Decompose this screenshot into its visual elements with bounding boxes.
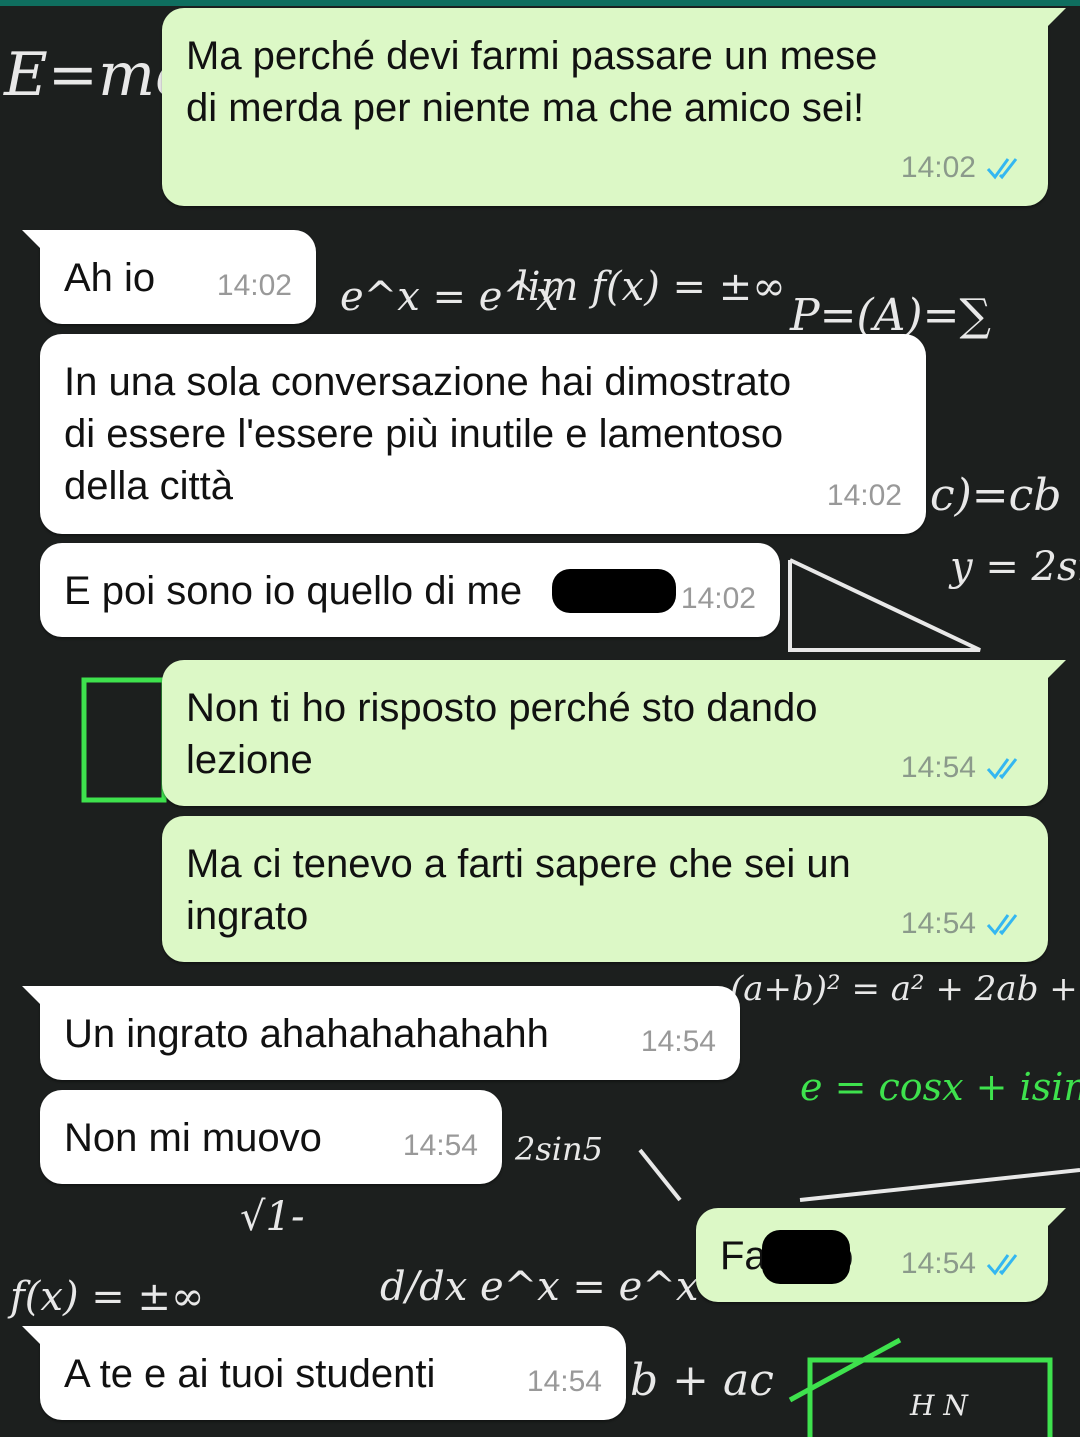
message-text: Non ti ho risposto perché sto dando lezi…	[186, 686, 818, 782]
message-time: 14:54	[900, 907, 976, 940]
bubble-tail	[22, 1326, 44, 1348]
wall-formula: √1-	[240, 1194, 304, 1240]
bubble-tail	[1044, 660, 1066, 682]
double-check-icon	[986, 758, 1018, 780]
redaction-scribble	[552, 569, 676, 613]
message-text: In una sola conversazione hai dimostrato…	[64, 360, 792, 508]
wall-formula: (a+b)² = a² + 2ab + b²	[730, 969, 1080, 1009]
wall-formula: e = cosx + isinx	[800, 1065, 1080, 1109]
message-bubble-incoming[interactable]: Un ingrato ahahahahahahh 14:54	[22, 986, 740, 1080]
double-check-icon	[986, 1254, 1018, 1276]
double-check-icon	[986, 914, 1018, 936]
message-text: Ma ci tenevo a farti sapere che sei un i…	[186, 842, 851, 938]
wall-formula: y = 2sin	[948, 544, 1080, 590]
message-text: Ma perché devi farmi passare un mese di …	[186, 34, 878, 130]
message-text: A te e ai tuoi studenti	[64, 1352, 436, 1396]
message-bubble-outgoing[interactable]: Ma ci tenevo a farti sapere che sei un i…	[162, 816, 1048, 962]
redaction-scribble	[762, 1230, 850, 1284]
message-time: 14:54	[526, 1365, 602, 1398]
message-meta: 14:02	[681, 573, 756, 625]
message-time: 14:54	[640, 1025, 716, 1058]
wall-formula: f(x) = ±∞	[7, 1274, 204, 1320]
message-time: 14:02	[680, 582, 756, 615]
message-bubble-incoming[interactable]: In una sola conversazione hai dimostrato…	[40, 334, 926, 534]
wall-formula: c)=cb	[930, 470, 1061, 521]
message-meta: 14:54	[527, 1356, 602, 1408]
message-time: 14:54	[900, 751, 976, 784]
bubble-tail	[22, 986, 44, 1008]
message-meta: 14:54	[901, 1238, 1024, 1290]
wall-formula: lim f(x) = ±∞	[515, 264, 786, 310]
wall-formula: d/dx e^x = e^x	[380, 1264, 698, 1310]
message-bubble-outgoing[interactable]: Non ti ho risposto perché sto dando lezi…	[162, 660, 1066, 806]
message-bubble-outgoing[interactable]: Fa lo 14:54	[696, 1208, 1066, 1302]
wall-formula: E=mc	[3, 40, 189, 110]
message-meta: 14:02	[827, 470, 902, 522]
message-time: 14:02	[216, 269, 292, 302]
bubble-tail	[22, 230, 44, 252]
wall-formula: 2sin5	[514, 1130, 603, 1168]
app-top-bar	[0, 0, 1080, 6]
message-bubble-outgoing[interactable]: Ma perché devi farmi passare un mese di …	[162, 8, 1066, 206]
message-meta: 14:02	[217, 260, 292, 312]
message-time: 14:02	[900, 151, 976, 184]
message-time: 14:54	[900, 1247, 976, 1280]
message-meta: 14:54	[901, 898, 1024, 950]
bubble-tail	[1044, 1208, 1066, 1230]
message-meta: 14:54	[901, 742, 1024, 794]
message-bubble-incoming[interactable]: Non mi muovo 14:54	[40, 1090, 502, 1184]
bubble-tail	[1044, 8, 1066, 30]
wall-formula: b + ac	[630, 1355, 774, 1406]
message-meta: 14:54	[641, 1016, 716, 1068]
wall-formula: H N	[909, 1389, 969, 1422]
message-text: Un ingrato ahahahahahahh	[64, 1012, 549, 1056]
message-bubble-incoming[interactable]: A te e ai tuoi studenti 14:54	[22, 1326, 626, 1420]
message-time: 14:02	[826, 479, 902, 512]
message-bubble-incoming[interactable]: Ah io 14:02	[22, 230, 316, 324]
message-meta: 14:54	[403, 1120, 478, 1172]
double-check-icon	[986, 158, 1018, 180]
message-bubble-incoming[interactable]: E poi sono io quello di me 14:02	[40, 543, 780, 637]
message-time: 14:54	[402, 1129, 478, 1162]
message-meta: 14:02	[901, 142, 1024, 194]
